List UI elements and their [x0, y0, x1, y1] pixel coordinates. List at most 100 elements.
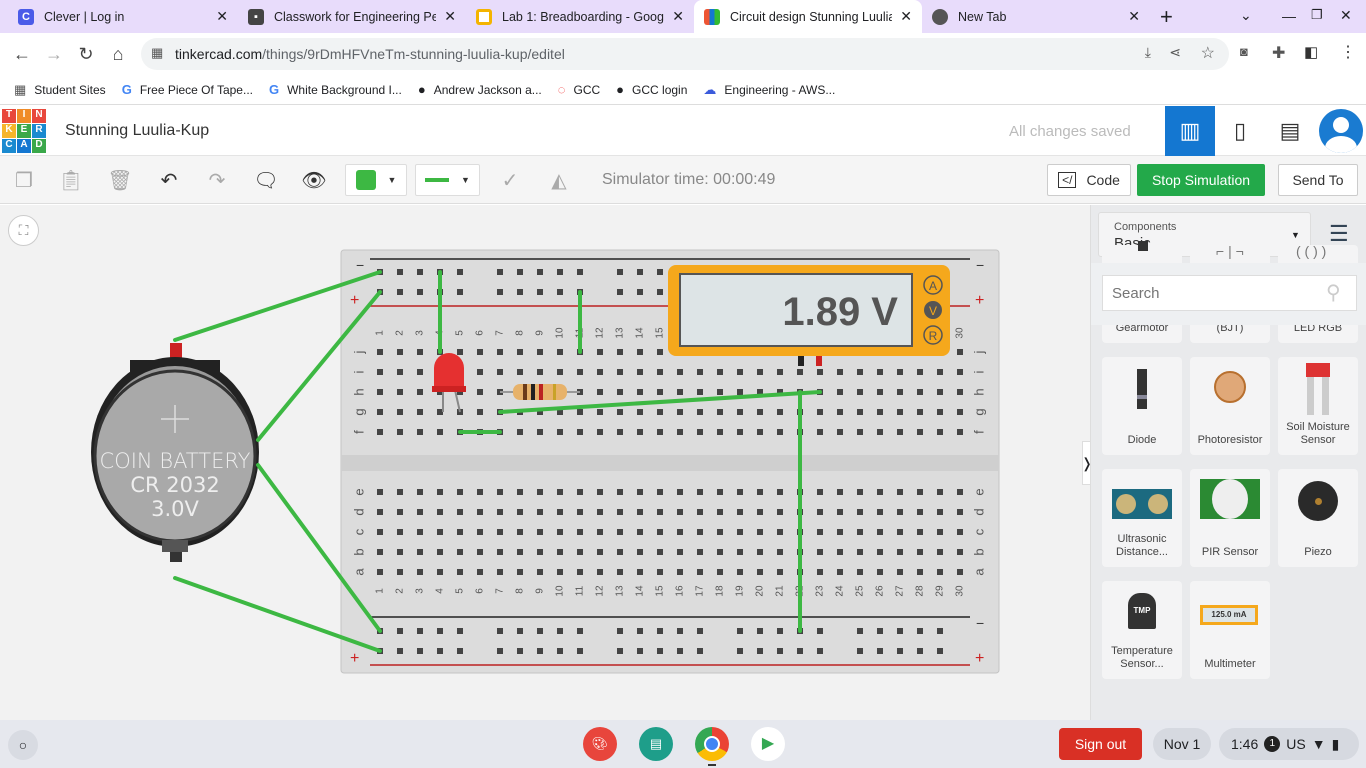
breadboard-hole[interactable]	[917, 369, 923, 375]
breadboard-hole[interactable]	[757, 549, 763, 555]
breadboard-hole[interactable]	[637, 509, 643, 515]
breadboard-hole[interactable]	[597, 409, 603, 415]
breadboard-hole[interactable]	[657, 289, 663, 295]
breadboard-hole[interactable]	[497, 369, 503, 375]
breadboard-hole[interactable]	[517, 289, 523, 295]
workplane[interactable]: ⛶ 1 1 2 2 3 3 4 4 5 5 6 6 7 7 8 8 9 9 10 10 11 11 12 12 13 13 14 14…	[0, 205, 1093, 720]
breadboard-hole[interactable]	[697, 389, 703, 395]
notes-icon[interactable]: 🗨︎	[250, 164, 282, 196]
schematic-view-button[interactable]: ▯	[1215, 106, 1265, 156]
breadboard-hole[interactable]	[917, 409, 923, 415]
breadboard-hole[interactable]	[817, 369, 823, 375]
breadboard-hole[interactable]	[657, 569, 663, 575]
breadboard-hole[interactable]	[577, 269, 583, 275]
breadboard-hole[interactable]	[757, 628, 763, 634]
close-window-icon[interactable]: ✕	[1340, 7, 1352, 24]
breadboard-hole[interactable]	[877, 409, 883, 415]
breadboard-hole[interactable]	[497, 648, 503, 654]
tab-clever[interactable]: C Clever | Log in ✕	[8, 0, 238, 33]
breadboard-hole[interactable]	[597, 569, 603, 575]
breadboard-hole[interactable]	[837, 569, 843, 575]
breadboard-hole[interactable]	[617, 628, 623, 634]
bookmark-andrew-jackson[interactable]: ● Andrew Jackson a...	[418, 82, 542, 97]
component-card-diode[interactable]: Diode	[1102, 357, 1182, 455]
breadboard-hole[interactable]	[897, 549, 903, 555]
breadboard-hole[interactable]	[677, 489, 683, 495]
circuit-view-button[interactable]: ▥	[1165, 106, 1215, 156]
breadboard-hole[interactable]	[477, 409, 483, 415]
breadboard-hole[interactable]	[517, 269, 523, 275]
breadboard-hole[interactable]	[937, 529, 943, 535]
breadboard-hole[interactable]	[757, 569, 763, 575]
breadboard-hole[interactable]	[957, 389, 963, 395]
breadboard-hole[interactable]	[657, 628, 663, 634]
breadboard-hole[interactable]	[557, 369, 563, 375]
close-icon[interactable]: ✕	[444, 8, 456, 25]
breadboard-hole[interactable]	[697, 489, 703, 495]
breadboard-hole[interactable]	[757, 509, 763, 515]
breadboard-hole[interactable]	[557, 349, 563, 355]
breadboard-hole[interactable]	[597, 429, 603, 435]
code-button[interactable]: </Code	[1047, 164, 1131, 196]
breadboard-hole[interactable]	[597, 489, 603, 495]
breadboard-hole[interactable]	[417, 409, 423, 415]
restore-icon[interactable]: ❐	[1311, 7, 1323, 23]
forward-icon[interactable]: →	[38, 44, 70, 65]
breadboard-hole[interactable]	[937, 409, 943, 415]
breadboard-hole[interactable]	[877, 509, 883, 515]
breadboard-hole[interactable]	[877, 628, 883, 634]
breadboard-hole[interactable]	[397, 529, 403, 535]
breadboard-hole[interactable]	[777, 648, 783, 654]
address-bar[interactable]: ▦ tinkercad.com/things/9rDmHFVneTm-stunn…	[141, 38, 1229, 70]
breadboard-hole[interactable]	[397, 429, 403, 435]
breadboard-hole[interactable]	[377, 409, 383, 415]
fill-color-dropdown[interactable]: ▼	[345, 164, 407, 196]
tab-search-icon[interactable]: ⌄	[1240, 7, 1252, 24]
breadboard-hole[interactable]	[497, 628, 503, 634]
breadboard-hole[interactable]	[397, 648, 403, 654]
breadboard-hole[interactable]	[477, 349, 483, 355]
breadboard-hole[interactable]	[717, 549, 723, 555]
component-card-temperature-sensor[interactable]: TMP Temperature Sensor...	[1102, 581, 1182, 679]
breadboard-hole[interactable]	[777, 569, 783, 575]
breadboard-hole[interactable]	[577, 628, 583, 634]
breadboard-hole[interactable]	[897, 369, 903, 375]
breadboard-hole[interactable]	[877, 489, 883, 495]
breadboard-hole[interactable]	[457, 489, 463, 495]
breadboard-hole[interactable]	[397, 549, 403, 555]
breadboard-hole[interactable]	[537, 489, 543, 495]
breadboard-hole[interactable]	[497, 549, 503, 555]
breadboard-hole[interactable]	[737, 409, 743, 415]
breadboard-hole[interactable]	[537, 549, 543, 555]
breadboard-hole[interactable]	[817, 569, 823, 575]
breadboard-hole[interactable]	[377, 569, 383, 575]
breadboard-hole[interactable]	[717, 529, 723, 535]
breadboard-hole[interactable]	[437, 628, 443, 634]
breadboard-hole[interactable]	[797, 369, 803, 375]
breadboard-hole[interactable]	[857, 509, 863, 515]
component-card-ultrasonic-distance[interactable]: Ultrasonic Distance...	[1102, 469, 1182, 567]
breadboard-hole[interactable]	[597, 349, 603, 355]
breadboard-hole[interactable]	[417, 389, 423, 395]
breadboard-hole[interactable]	[637, 489, 643, 495]
play-store-icon[interactable]: ▶	[751, 727, 785, 761]
breadboard-hole[interactable]	[457, 269, 463, 275]
breadboard-hole[interactable]	[557, 269, 563, 275]
breadboard-hole[interactable]	[697, 628, 703, 634]
breadboard-hole[interactable]	[957, 429, 963, 435]
breadboard-hole[interactable]	[897, 489, 903, 495]
breadboard-hole[interactable]	[557, 549, 563, 555]
breadboard-hole[interactable]	[437, 549, 443, 555]
breadboard-hole[interactable]	[737, 369, 743, 375]
breadboard-hole[interactable]	[657, 529, 663, 535]
breadboard-hole[interactable]	[557, 648, 563, 654]
breadboard-hole[interactable]	[877, 429, 883, 435]
breadboard-hole[interactable]	[817, 409, 823, 415]
breadboard-hole[interactable]	[577, 569, 583, 575]
breadboard-hole[interactable]	[957, 349, 963, 355]
breadboard-hole[interactable]	[397, 409, 403, 415]
breadboard-hole[interactable]	[417, 349, 423, 355]
breadboard-hole[interactable]	[617, 509, 623, 515]
design-title[interactable]: Stunning Luulia-Kup	[65, 122, 209, 140]
classroom-app-icon[interactable]: ▤	[639, 727, 673, 761]
